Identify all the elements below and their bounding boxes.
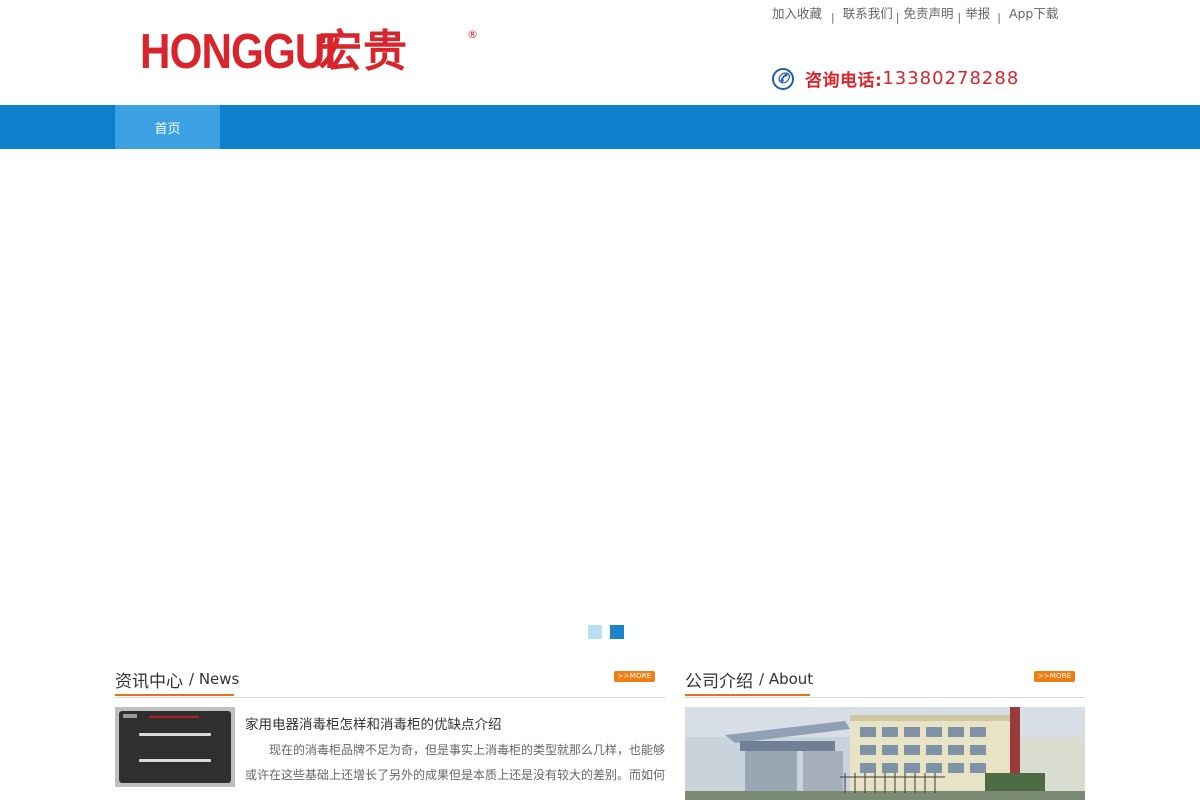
separator: | <box>997 11 1001 24</box>
banner-slider <box>0 149 1200 649</box>
news-section-header: 资讯中心 / News >>MORE <box>115 664 665 698</box>
news-thumbnail[interactable] <box>115 707 235 787</box>
phone-number: 13380278288 <box>882 68 1020 89</box>
about-section-title: 公司介绍 / About <box>685 664 814 696</box>
top-link-disclaimer[interactable]: 免责声明 <box>903 6 953 22</box>
top-links: 加入收藏 | 联系我们 | 免责声明 | 举报 | App下载 <box>772 6 1058 26</box>
news-title-cn: 资讯中心 <box>115 671 183 692</box>
cabinet-handle-top <box>139 733 211 736</box>
site-header: HONGGUI 宏贵 ® 加入收藏 | 联系我们 | 免责声明 | 举报 | A… <box>0 0 1200 105</box>
about-more-button[interactable]: >>MORE <box>1034 671 1075 682</box>
site-logo[interactable]: HONGGUI 宏贵 ® <box>140 25 478 79</box>
news-item-title[interactable]: 家用电器消毒柜怎样和消毒柜的优缺点介绍 <box>245 713 502 733</box>
about-title-cn: 公司介绍 <box>685 671 753 692</box>
separator: | <box>895 11 900 24</box>
news-item-summary: 现在的消毒柜品牌不足为奇，但是事实上消毒柜的类型就那么几样，也能够或许在这些基础… <box>245 743 665 782</box>
about-title-en: / About <box>759 670 814 688</box>
news-more-button[interactable]: >>MORE <box>614 671 655 682</box>
slider-dot-1[interactable] <box>588 625 602 639</box>
registered-mark: ® <box>467 28 478 41</box>
logo-latin-text: HONGGUI <box>140 25 336 79</box>
cabinet-display <box>123 714 137 718</box>
about-section-header: 公司介绍 / About >>MORE <box>685 664 1085 698</box>
company-building-photo[interactable] <box>685 707 1085 800</box>
disinfection-cabinet-image <box>119 711 231 783</box>
nav-item-home[interactable]: 首页 <box>115 105 220 149</box>
top-link-report[interactable]: 举报 <box>965 6 990 22</box>
top-link-bookmark[interactable]: 加入收藏 <box>772 6 822 22</box>
news-title-en: / News <box>189 670 240 688</box>
separator: | <box>831 11 835 24</box>
separator: | <box>957 11 962 24</box>
slider-dot-2-active[interactable] <box>610 625 624 639</box>
top-link-contact[interactable]: 联系我们 <box>843 6 893 22</box>
phone-icon: ✆ <box>772 67 794 90</box>
main-nav: 首页 <box>0 105 1200 149</box>
cabinet-handle-bottom <box>139 759 211 762</box>
consult-phone: ✆ 咨询电话: 13380278288 <box>772 66 1019 91</box>
top-link-app-download[interactable]: App下载 <box>1009 6 1058 22</box>
news-section-title: 资讯中心 / News <box>115 664 239 696</box>
company-building-illustration <box>685 707 1085 800</box>
phone-label: 咨询电话: <box>805 71 883 91</box>
cabinet-red-strip <box>149 716 199 718</box>
